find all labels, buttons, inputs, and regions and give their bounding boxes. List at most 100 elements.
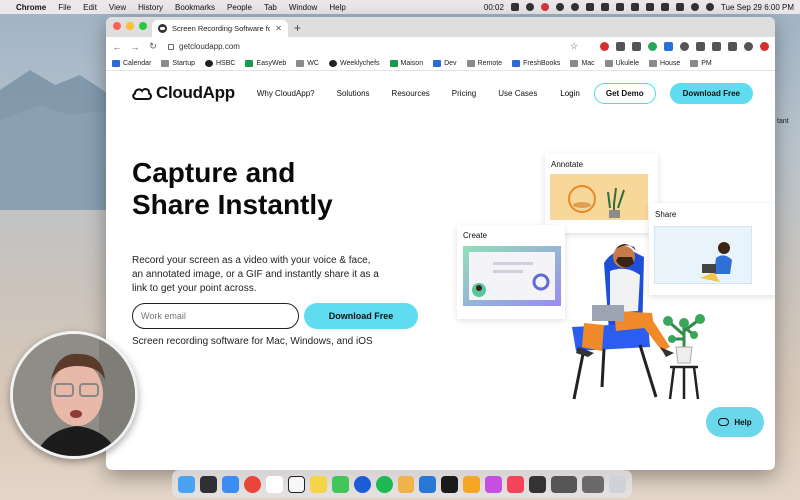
- bluetooth-icon[interactable]: [630, 3, 639, 11]
- get-demo-button[interactable]: Get Demo: [593, 82, 656, 104]
- extension-icon-5[interactable]: [664, 42, 673, 51]
- slack-icon[interactable]: [265, 475, 283, 493]
- bookmark-calendar[interactable]: Calendar: [112, 59, 151, 67]
- recording-timer[interactable]: 00:02: [484, 3, 504, 12]
- star-icon[interactable]: ☆: [569, 41, 579, 52]
- download-free-header-button[interactable]: Download Free: [669, 82, 753, 104]
- menu-window[interactable]: Window: [289, 3, 317, 12]
- bookmark-weeklychefs[interactable]: Weeklychefs: [328, 59, 380, 67]
- menu-people[interactable]: People: [227, 3, 252, 12]
- sketch-app-icon[interactable]: [397, 475, 415, 493]
- work-email-input[interactable]: [132, 303, 299, 329]
- status-icon-2[interactable]: [585, 3, 594, 11]
- download-free-button[interactable]: Download Free: [304, 303, 418, 329]
- extension-icon-1[interactable]: [600, 42, 609, 51]
- bookmark-mac[interactable]: Mac: [570, 59, 595, 67]
- profile-avatar[interactable]: [744, 42, 753, 51]
- menu-view[interactable]: View: [109, 3, 126, 12]
- notes-icon[interactable]: [309, 475, 327, 493]
- bookmark-hsbc[interactable]: HSBC: [205, 59, 235, 67]
- folder-icon: [161, 59, 170, 67]
- status-icon-4[interactable]: [615, 3, 624, 11]
- window-thumbnail-2-icon[interactable]: [582, 475, 605, 493]
- sheets-icon: [389, 59, 398, 67]
- nav-solutions[interactable]: Solutions: [337, 89, 370, 98]
- tab-active[interactable]: Screen Recording Software for ✕: [152, 20, 288, 37]
- bookmark-remote[interactable]: Remote: [466, 59, 502, 67]
- menu-edit[interactable]: Edit: [83, 3, 97, 12]
- notion-icon[interactable]: [287, 475, 305, 493]
- sketch-icon[interactable]: [463, 475, 481, 493]
- menu-help[interactable]: Help: [329, 3, 345, 12]
- pause-icon[interactable]: [525, 3, 534, 11]
- bookmark-dev[interactable]: Dev: [433, 59, 457, 67]
- forward-icon[interactable]: →: [130, 42, 140, 52]
- bookmark-pm[interactable]: PM: [690, 59, 712, 67]
- terminal-icon[interactable]: [441, 475, 459, 493]
- nav-resources[interactable]: Resources: [392, 89, 430, 98]
- bookmark-maison[interactable]: Maison: [389, 59, 423, 67]
- bookmark-freshbooks[interactable]: FreshBooks: [512, 59, 560, 67]
- menu-bookmarks[interactable]: Bookmarks: [175, 3, 215, 12]
- launchpad-icon[interactable]: [199, 475, 217, 493]
- pen-icon[interactable]: [510, 3, 519, 11]
- vscode-icon[interactable]: [419, 475, 437, 493]
- 1password-icon[interactable]: [353, 475, 371, 493]
- new-tab-icon[interactable]: +: [294, 21, 301, 35]
- chrome-icon[interactable]: [243, 475, 261, 493]
- minimize-window-button[interactable]: [126, 22, 134, 30]
- menu-history[interactable]: History: [138, 3, 163, 12]
- status-icon-3[interactable]: [600, 3, 609, 11]
- wifi-icon[interactable]: [660, 3, 669, 11]
- spotlight-icon[interactable]: [690, 3, 699, 11]
- webcam-bubble[interactable]: [10, 331, 138, 459]
- window-thumbnail-icon[interactable]: [551, 475, 578, 493]
- messages-icon[interactable]: [331, 475, 349, 493]
- update-icon[interactable]: [760, 42, 769, 51]
- activity-monitor-icon[interactable]: [529, 475, 547, 493]
- music-icon[interactable]: [507, 475, 525, 493]
- screens-icon[interactable]: [485, 475, 503, 493]
- finder-icon[interactable]: [178, 475, 195, 493]
- login-link[interactable]: Login: [560, 89, 580, 98]
- extension-icon-8[interactable]: [712, 42, 721, 51]
- bookmark-easyweb[interactable]: EasyWeb: [245, 59, 286, 67]
- url-text[interactable]: getcloudapp.com: [179, 42, 240, 51]
- reload-icon[interactable]: ↻: [148, 41, 158, 52]
- fullscreen-window-button[interactable]: [139, 22, 147, 30]
- extension-icon-2[interactable]: [616, 42, 625, 51]
- menu-app-name[interactable]: Chrome: [16, 3, 46, 12]
- menubar-clock[interactable]: Tue Sep 29 6:00 PM: [721, 3, 794, 12]
- back-icon[interactable]: ←: [112, 42, 122, 52]
- bookmark-label: Weeklychefs: [339, 59, 380, 67]
- menu-file[interactable]: File: [58, 3, 71, 12]
- bookmark-startup[interactable]: Startup: [161, 59, 195, 67]
- help-chat-button[interactable]: Help: [706, 407, 764, 437]
- menu-tab[interactable]: Tab: [264, 3, 277, 12]
- record-icon[interactable]: [540, 3, 549, 11]
- battery-icon[interactable]: [675, 3, 684, 11]
- cloudapp-logo[interactable]: CloudApp: [132, 83, 235, 103]
- status-icon-1[interactable]: [570, 3, 579, 11]
- bookmark-ukulele[interactable]: Ukulele: [604, 59, 639, 67]
- address-bar[interactable]: getcloudapp.com: [166, 40, 561, 54]
- bookmark-house[interactable]: House: [649, 59, 680, 67]
- extension-icon-6[interactable]: [680, 42, 689, 51]
- close-tab-icon[interactable]: ✕: [275, 24, 282, 33]
- puzzle-icon[interactable]: [728, 42, 737, 51]
- siri-icon[interactable]: [705, 3, 714, 11]
- extension-icon-4[interactable]: [648, 42, 657, 51]
- calendar-icon: [112, 59, 120, 67]
- mail-icon[interactable]: [221, 475, 239, 493]
- bookmark-wc[interactable]: WC: [296, 59, 319, 67]
- nav-pricing[interactable]: Pricing: [452, 89, 476, 98]
- volume-icon[interactable]: [645, 3, 654, 11]
- nav-use-cases[interactable]: Use Cases: [498, 89, 537, 98]
- trash-icon[interactable]: [609, 475, 627, 493]
- close-window-button[interactable]: [113, 22, 121, 30]
- nav-why-cloudapp[interactable]: Why CloudApp?: [257, 89, 315, 98]
- extension-icon-7[interactable]: [696, 42, 705, 51]
- spotify-icon[interactable]: [375, 475, 393, 493]
- extension-icon-3[interactable]: [632, 42, 641, 51]
- cloudapp-menu-icon[interactable]: [555, 3, 564, 11]
